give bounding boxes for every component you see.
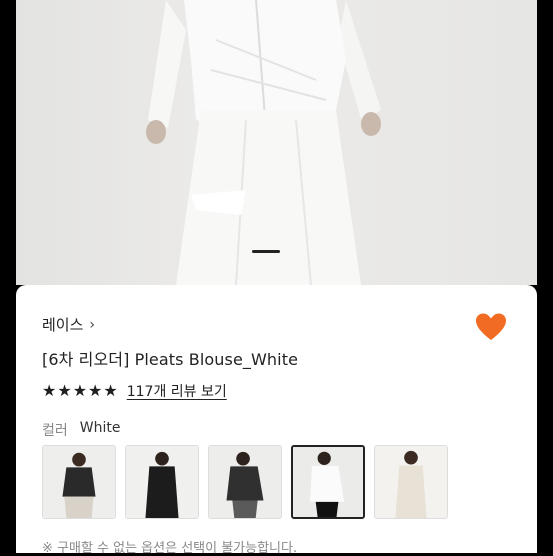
model-photo (146, 0, 381, 285)
color-swatch-list (42, 445, 448, 519)
wishlist-heart-icon[interactable] (475, 312, 507, 342)
rating-row: ★ ★ ★ ★ ★ 117개 리뷰 보기 (42, 381, 227, 401)
brand-name: 레이스 (42, 316, 84, 334)
swatch-ivory-long[interactable] (374, 445, 448, 519)
swatch-black-long[interactable] (125, 445, 199, 519)
star-rating: ★ ★ ★ ★ ★ (42, 382, 118, 400)
product-main-image[interactable] (16, 0, 537, 285)
star-icon: ★ (72, 381, 88, 400)
carousel-indicator[interactable] (252, 250, 280, 253)
product-info-panel: 레이스 › [6차 리오더] Pleats Blouse_White ★ ★ ★… (16, 285, 537, 556)
chevron-right-icon: › (89, 316, 96, 333)
brand-link[interactable]: 레이스 › (42, 314, 95, 335)
color-option-row: 컬러 White (42, 420, 120, 440)
color-label: 컬러 (42, 423, 68, 439)
star-icon: ★ (103, 381, 118, 400)
product-title: [6차 리오더] Pleats Blouse_White (42, 350, 299, 369)
swatch-black-wrap[interactable] (208, 445, 282, 519)
star-icon: ★ (57, 381, 72, 400)
color-value: White (79, 420, 121, 436)
review-link[interactable]: 117개 리뷰 보기 (127, 381, 227, 401)
star-icon: ★ (88, 381, 103, 400)
option-notice: ※ 구매할 수 없는 옵션은 선택이 불가능합니다. (42, 541, 298, 556)
swatch-white-skirt-selected[interactable] (291, 445, 365, 519)
star-icon: ★ (42, 381, 57, 400)
swatch-black-cropped[interactable] (42, 445, 116, 519)
